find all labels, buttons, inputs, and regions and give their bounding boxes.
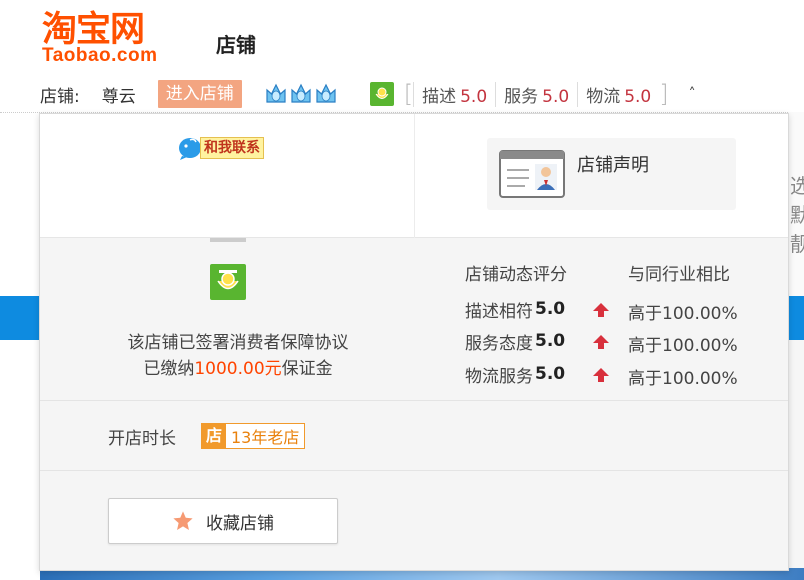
- dsr-label: 服务态度: [465, 333, 533, 354]
- popup-top-section: 和我联系 店铺声明: [40, 114, 788, 238]
- dsr-row-service: 服务态度 5.0: [465, 329, 566, 354]
- rating-description: 描述 5.0: [413, 81, 495, 107]
- shop-age-badge: 店 13年老店: [201, 423, 306, 449]
- chevron-up-icon[interactable]: ˄: [689, 86, 696, 102]
- rating-value: 5.0: [624, 86, 652, 107]
- shop-label: 店铺:: [40, 86, 80, 107]
- deposit-amount: 1000.00元: [194, 359, 282, 379]
- declaration-label: 店铺声明: [577, 155, 649, 176]
- seller-credit-crowns[interactable]: [264, 82, 338, 106]
- shop-name-link[interactable]: 尊云: [102, 82, 136, 107]
- dsr-compare-value: 高于100.00%: [628, 304, 738, 324]
- section-divider: [414, 114, 415, 238]
- deposit-prefix: 已缴纳: [143, 359, 195, 379]
- background-nav-bar: [788, 296, 804, 340]
- favorite-shop-button[interactable]: 收藏店铺: [108, 498, 338, 544]
- dsr-compare-value: 高于100.00%: [628, 369, 738, 389]
- consumer-guarantee-icon: [210, 264, 246, 300]
- rating-value: 5.0: [542, 86, 570, 107]
- shop-ratings-summary[interactable]: [ 描述 5.0 服务 5.0 物流 5.0 ]: [403, 80, 669, 108]
- rating-value: 5.0: [460, 86, 488, 107]
- rating-label: 物流: [586, 86, 621, 107]
- red-up-arrow-icon: [593, 368, 609, 382]
- deposit-text: 已缴纳1000.00元保证金: [120, 354, 356, 379]
- blue-crown-icon: [316, 83, 336, 103]
- shop-age-text: 13年老店: [231, 428, 300, 447]
- deposit-suffix: 保证金: [281, 359, 333, 379]
- dsr-score: 5.0: [535, 364, 566, 384]
- red-up-arrow-icon: [593, 335, 609, 349]
- background-area: [788, 340, 804, 580]
- page-title: 店铺: [216, 33, 256, 57]
- shop-info-bar: 店铺: 尊云 进入店铺 [ 描述 5.0 服务 5.0 物流 5.0 ] ˄: [40, 79, 696, 109]
- background-text: 选默靓: [790, 174, 804, 256]
- dsr-label: 描述相符: [465, 301, 533, 322]
- contact-label: 和我联系: [200, 137, 264, 159]
- open-duration-label: 开店时长: [108, 429, 176, 449]
- favorite-shop-label: 收藏店铺: [206, 513, 274, 534]
- logo-chinese-text: 淘宝网: [42, 10, 145, 50]
- shop-declaration-button[interactable]: 店铺声明: [487, 138, 736, 210]
- bracket-open: [: [403, 80, 414, 108]
- blue-crown-icon: [266, 83, 286, 103]
- dsr-label: 物流服务: [465, 366, 533, 387]
- consumer-guarantee-icon[interactable]: [369, 82, 394, 106]
- red-up-arrow-icon: [593, 303, 609, 317]
- section-divider: [40, 470, 788, 471]
- dsr-row-description: 描述相符 5.0: [465, 297, 566, 322]
- background-nav-bar: [0, 296, 40, 340]
- star-icon: [173, 511, 193, 530]
- protection-agreement-text: 该店铺已签署消费者保障协议: [127, 333, 349, 353]
- rating-service: 服务 5.0: [495, 81, 577, 107]
- shop-info-popup: 和我联系 店铺声明 该店铺已签署消费者保障协议 已缴纳1000.00元保证金 店…: [39, 113, 789, 571]
- dsr-header: 店铺动态评分: [465, 265, 567, 285]
- bracket-close: ]: [659, 80, 669, 108]
- blue-crown-icon: [291, 83, 311, 103]
- dsr-row-logistics: 物流服务 5.0: [465, 362, 566, 387]
- taobao-logo[interactable]: 淘宝网 Taobao.com: [40, 10, 178, 66]
- dsr-score: 5.0: [535, 331, 566, 351]
- dsr-score: 5.0: [535, 299, 566, 319]
- popup-tab-marker: [210, 238, 246, 242]
- id-card-icon: [499, 150, 565, 198]
- rating-label: 服务: [504, 86, 539, 107]
- dsr-compare-header: 与同行业相比: [628, 265, 730, 285]
- logo-english-text: Taobao.com: [42, 45, 158, 66]
- shop-age-icon: 店: [202, 424, 226, 448]
- rating-logistics: 物流 5.0: [577, 81, 659, 107]
- rating-label: 描述: [422, 86, 457, 107]
- section-divider: [40, 400, 788, 401]
- enter-shop-button[interactable]: 进入店铺: [157, 80, 242, 108]
- dsr-compare-value: 高于100.00%: [628, 336, 738, 356]
- contact-seller-button[interactable]: 和我联系: [178, 136, 264, 160]
